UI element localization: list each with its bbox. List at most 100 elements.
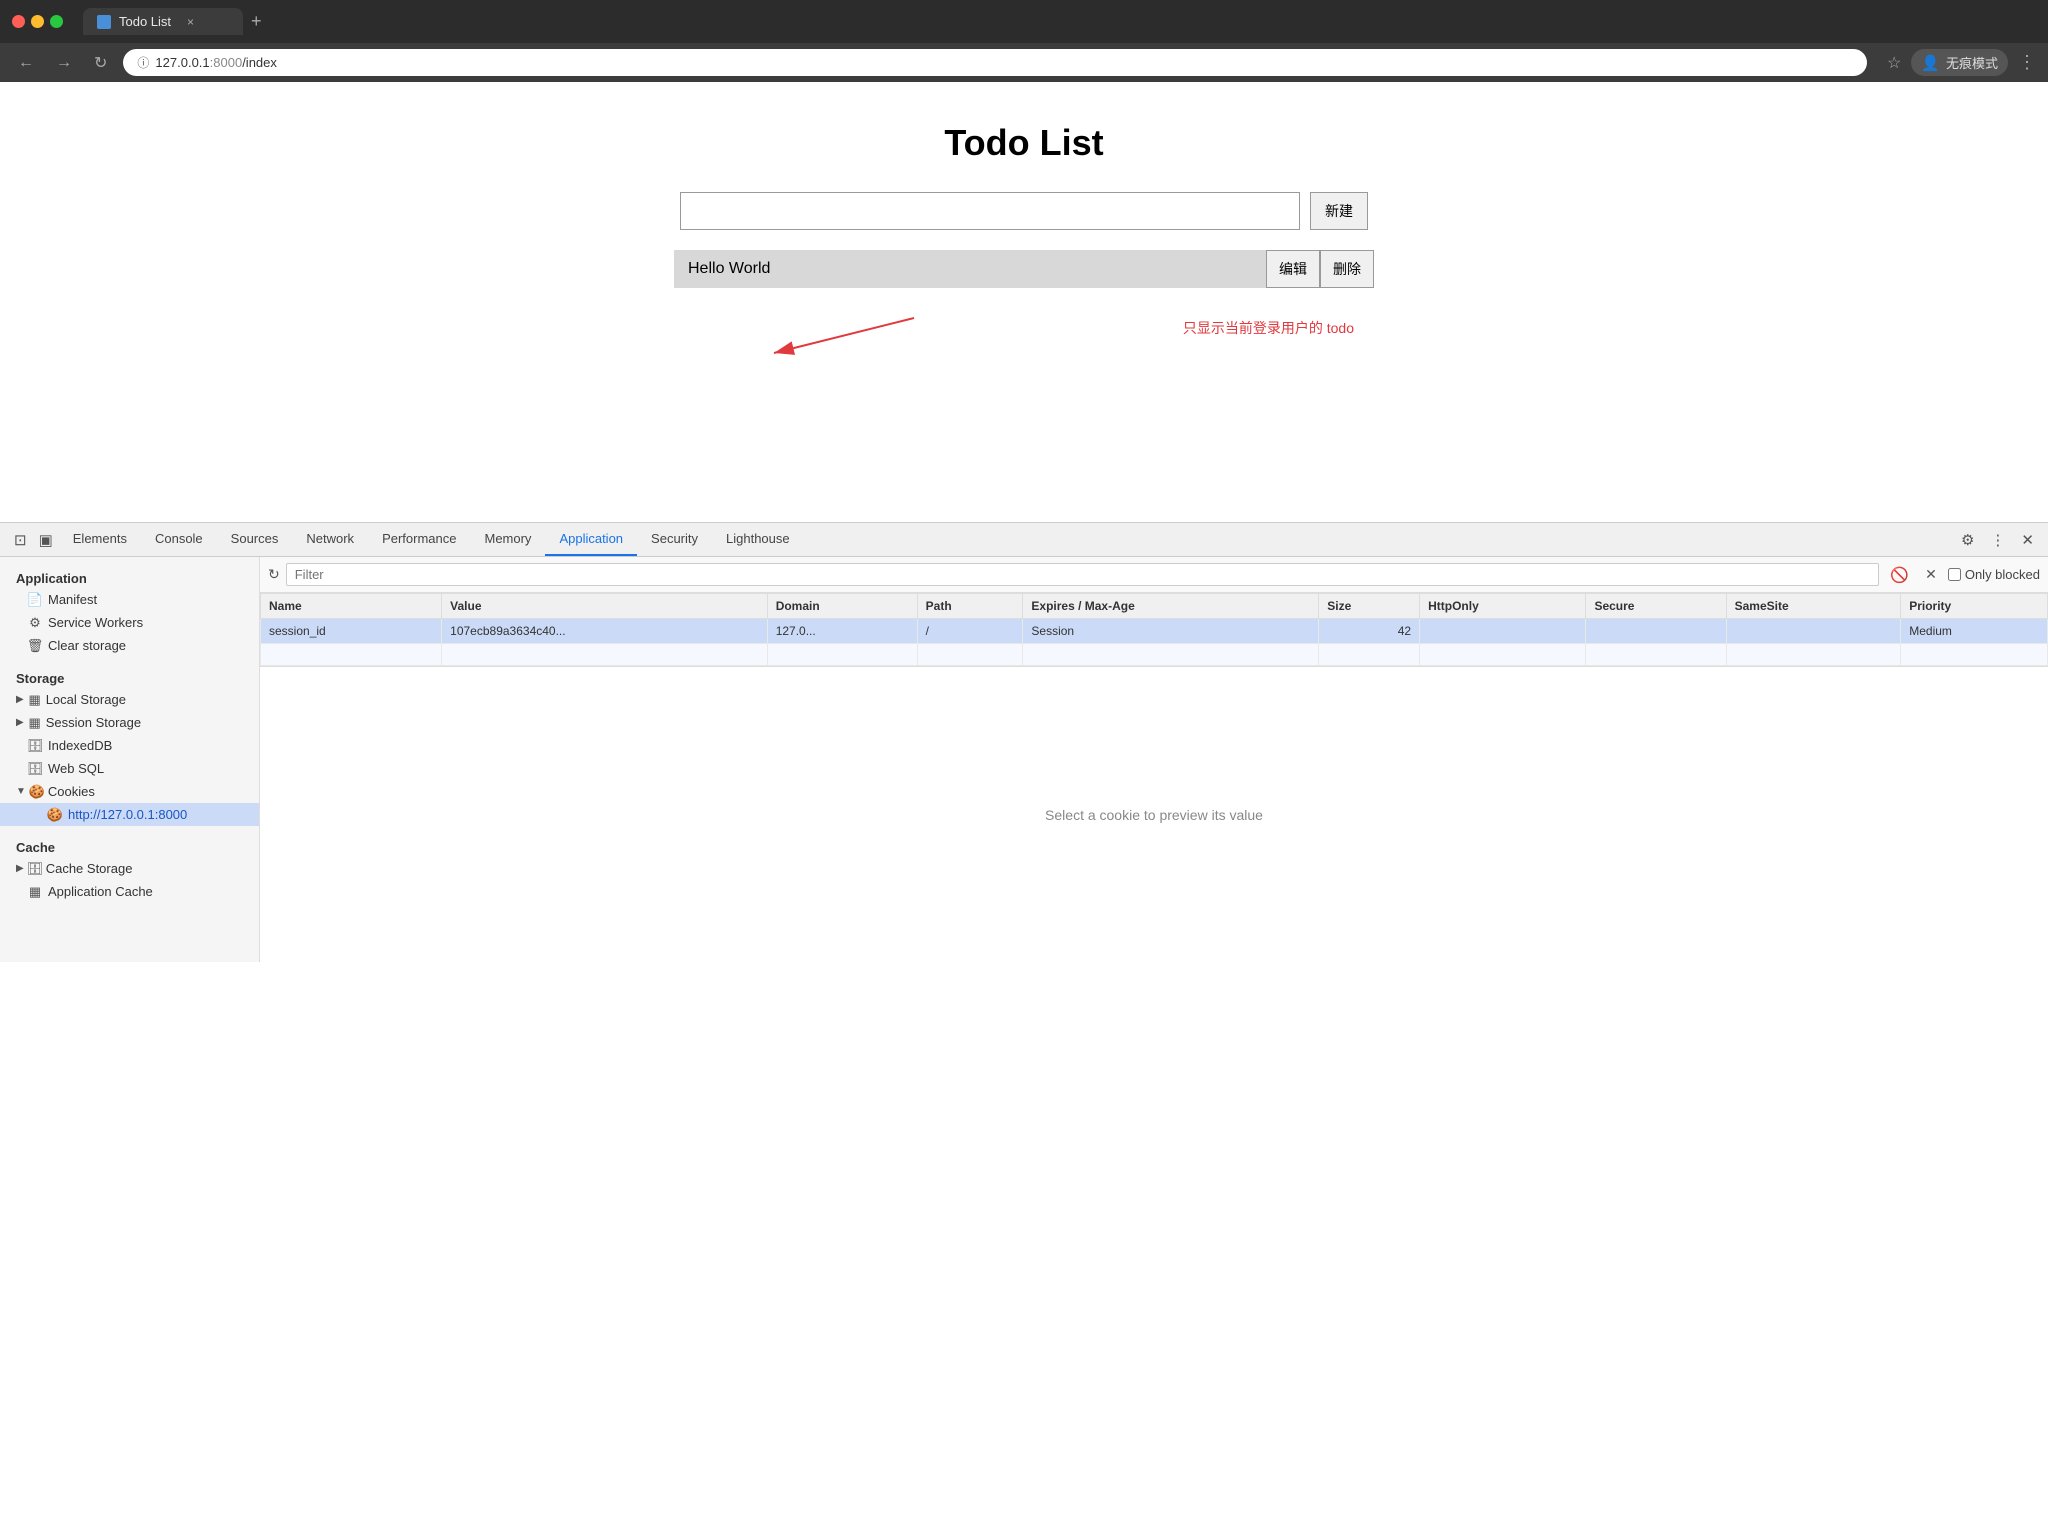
device-toggle-icon[interactable]: ▣ <box>33 525 59 555</box>
refresh-button[interactable]: ↻ <box>88 51 113 75</box>
cache-storage-icon: 🗄 <box>28 862 42 876</box>
table-header-row: Name Value Domain Path Expires / Max-Age… <box>261 594 2048 619</box>
annotation-area: 只显示当前登录用户的 todo <box>674 298 1374 378</box>
sidebar-item-service-workers-label: Service Workers <box>48 615 143 630</box>
service-workers-icon: ⚙ <box>28 616 42 630</box>
sidebar-item-app-cache-label: Application Cache <box>48 884 153 899</box>
manifest-icon: 📄 <box>28 593 42 607</box>
only-blocked-checkbox[interactable]: Only blocked <box>1948 567 2040 582</box>
sidebar-item-session-storage-label: Session Storage <box>46 715 141 730</box>
sidebar-item-cache-storage-label: Cache Storage <box>46 861 133 876</box>
cell-secure <box>1586 619 1726 644</box>
sidebar-item-manifest[interactable]: 📄 Manifest <box>0 588 259 611</box>
delete-button[interactable]: 删除 <box>1320 250 1374 288</box>
cell-size: 42 <box>1319 619 1420 644</box>
cookies-icon: 🍪 <box>30 785 44 799</box>
col-samesite[interactable]: SameSite <box>1726 594 1901 619</box>
devtools-more-icon[interactable]: ⋮ <box>1984 525 2011 555</box>
incognito-button[interactable]: 👤 无痕模式 <box>1911 49 2008 76</box>
col-domain[interactable]: Domain <box>767 594 917 619</box>
filter-bar: ↻ 🚫 ✕ Only blocked <box>260 557 2048 593</box>
tab-security[interactable]: Security <box>637 523 712 556</box>
page-title: Todo List <box>20 122 2028 164</box>
address-text: 127.0.0.1:8000/index <box>155 55 276 70</box>
browser-chrome: Todo List × + ← → ↻ ⓘ 127.0.0.1:8000/ind… <box>0 0 2048 82</box>
sidebar-item-cookies-child[interactable]: 🍪 http://127.0.0.1:8000 <box>0 803 259 826</box>
tab-elements[interactable]: Elements <box>59 523 141 556</box>
tab-console[interactable]: Console <box>141 523 217 556</box>
filter-input[interactable] <box>286 563 1880 586</box>
col-name[interactable]: Name <box>261 594 442 619</box>
tab-memory[interactable]: Memory <box>470 523 545 556</box>
sidebar-item-indexeddb[interactable]: 🗄 IndexedDB <box>0 734 259 757</box>
address-bar[interactable]: ⓘ 127.0.0.1:8000/index <box>123 49 1867 76</box>
cell-value: 107ecb89a3634c40... <box>442 619 768 644</box>
col-secure[interactable]: Secure <box>1586 594 1726 619</box>
cookie-table-wrap: Name Value Domain Path Expires / Max-Age… <box>260 593 2048 667</box>
indexeddb-icon: 🗄 <box>28 739 42 753</box>
tab-lighthouse[interactable]: Lighthouse <box>712 523 804 556</box>
title-bar: Todo List × + <box>0 0 2048 43</box>
only-blocked-input[interactable] <box>1948 568 1961 581</box>
incognito-icon: 👤 <box>1921 54 1940 72</box>
col-path[interactable]: Path <box>917 594 1023 619</box>
minimize-traffic-light[interactable] <box>31 15 44 28</box>
sidebar-item-websql[interactable]: 🗄 Web SQL <box>0 757 259 780</box>
tab-network[interactable]: Network <box>292 523 368 556</box>
tab-application[interactable]: Application <box>545 523 637 556</box>
sidebar-item-cookies[interactable]: ▼ 🍪 Cookies <box>0 780 259 803</box>
element-picker-icon[interactable]: ⊡ <box>8 525 33 555</box>
lock-icon: ⓘ <box>137 54 149 71</box>
sidebar-item-local-storage-label: Local Storage <box>46 692 126 707</box>
sidebar-item-cookies-label: Cookies <box>48 784 95 799</box>
filter-block-button[interactable]: 🚫 <box>1885 564 1914 586</box>
edit-button[interactable]: 编辑 <box>1266 250 1320 288</box>
col-priority[interactable]: Priority <box>1901 594 2048 619</box>
sidebar-item-service-workers[interactable]: ⚙ Service Workers <box>0 611 259 634</box>
sidebar-item-clear-storage[interactable]: 🗑 Clear storage <box>0 634 259 657</box>
devtools-settings-icon[interactable]: ⚙ <box>1955 525 1980 555</box>
tab-sources[interactable]: Sources <box>217 523 293 556</box>
tab-favicon <box>97 15 111 29</box>
app-cache-icon: ▦ <box>28 885 42 899</box>
sidebar-item-manifest-label: Manifest <box>48 592 97 607</box>
cell-domain: 127.0... <box>767 619 917 644</box>
sidebar-item-cache-storage[interactable]: ▶ 🗄 Cache Storage <box>0 857 259 880</box>
todo-input[interactable] <box>680 192 1300 230</box>
tab-close-icon[interactable]: × <box>187 15 194 29</box>
devtools-tabs: Elements Console Sources Network Perform… <box>59 523 1955 556</box>
forward-button[interactable]: → <box>50 52 78 74</box>
cookie-preview-text: Select a cookie to preview its value <box>1045 807 1263 823</box>
new-tab-button[interactable]: + <box>251 11 262 32</box>
close-traffic-light[interactable] <box>12 15 25 28</box>
devtools-body: Application 📄 Manifest ⚙ Service Workers… <box>0 557 2048 962</box>
sidebar-section-application: Application <box>0 565 259 588</box>
filter-clear-button[interactable]: ✕ <box>1920 564 1942 585</box>
devtools-close-icon[interactable]: ✕ <box>2015 525 2040 555</box>
sidebar-item-session-storage[interactable]: ▶ ▦ Session Storage <box>0 711 259 734</box>
col-size[interactable]: Size <box>1319 594 1420 619</box>
tab-title: Todo List <box>119 14 171 29</box>
incognito-label: 无痕模式 <box>1946 53 1998 72</box>
browser-more-button[interactable]: ⋮ <box>2018 52 2036 73</box>
bookmark-icon[interactable]: ☆ <box>1887 53 1901 73</box>
col-expires[interactable]: Expires / Max-Age <box>1023 594 1319 619</box>
cookies-arrow: ▼ <box>16 786 26 797</box>
nav-right: ☆ 👤 无痕模式 ⋮ <box>1887 49 2036 76</box>
cache-storage-arrow: ▶ <box>16 863 24 874</box>
tab-performance[interactable]: Performance <box>368 523 470 556</box>
devtools-right-buttons: ⚙ ⋮ ✕ <box>1955 525 2040 555</box>
col-httponly[interactable]: HttpOnly <box>1420 594 1586 619</box>
sidebar-item-app-cache[interactable]: ▦ Application Cache <box>0 880 259 903</box>
table-row[interactable]: session_id 107ecb89a3634c40... 127.0... … <box>261 619 2048 644</box>
active-tab[interactable]: Todo List × <box>83 8 243 35</box>
sidebar-item-local-storage[interactable]: ▶ ▦ Local Storage <box>0 688 259 711</box>
sidebar-section-storage: Storage <box>0 665 259 688</box>
local-storage-arrow: ▶ <box>16 694 24 705</box>
filter-refresh-button[interactable]: ↻ <box>268 566 280 583</box>
col-value[interactable]: Value <box>442 594 768 619</box>
maximize-traffic-light[interactable] <box>50 15 63 28</box>
back-button[interactable]: ← <box>12 52 40 74</box>
create-button[interactable]: 新建 <box>1310 192 1368 230</box>
cookie-preview: Select a cookie to preview its value <box>260 667 2048 962</box>
